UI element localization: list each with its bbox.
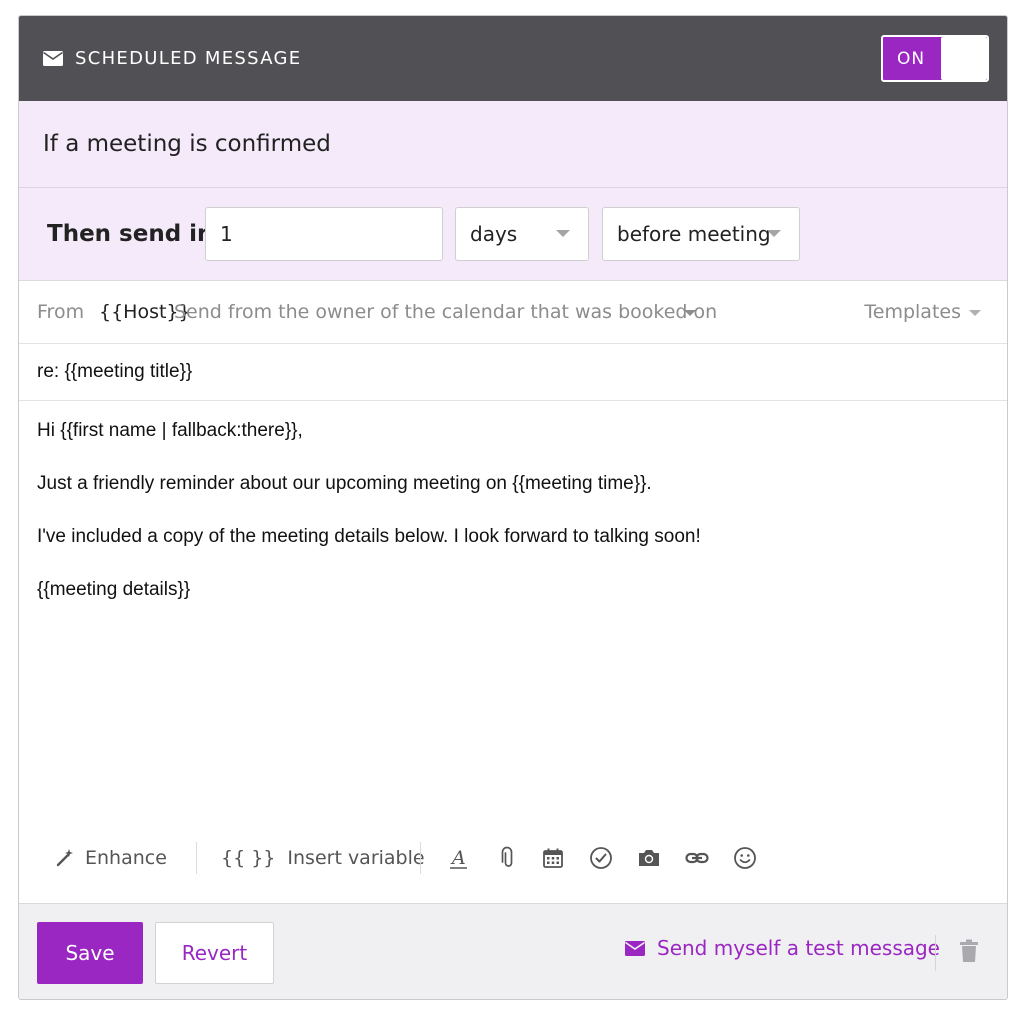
toggle-label: ON xyxy=(897,49,926,69)
check-circle-icon[interactable] xyxy=(589,846,613,870)
magic-wand-icon xyxy=(56,849,73,867)
footer-divider xyxy=(935,935,936,971)
enhance-button[interactable]: Enhance xyxy=(55,836,167,880)
body-line: Just a friendly reminder about our upcom… xyxy=(37,473,652,494)
chevron-down-icon xyxy=(767,230,781,237)
camera-icon[interactable] xyxy=(637,846,661,870)
subject-field[interactable]: re: {{meeting title}} xyxy=(19,344,1007,401)
card-header: SCHEDULED MESSAGE ON xyxy=(19,16,1007,101)
attachment-icon[interactable] xyxy=(495,846,519,870)
chevron-down-icon xyxy=(556,230,570,237)
send-amount-input[interactable]: 1 xyxy=(205,207,443,261)
enable-toggle[interactable]: ON xyxy=(881,35,989,82)
templates-dropdown[interactable]: Templates xyxy=(864,301,961,323)
relation-value: before meeting xyxy=(617,222,771,246)
revert-button[interactable]: Revert xyxy=(155,922,274,984)
card-title: SCHEDULED MESSAGE xyxy=(75,48,302,69)
insert-variable-button[interactable]: {{ }} Insert variable xyxy=(221,836,425,880)
scheduled-message-card: SCHEDULED MESSAGE ON If a meeting is con… xyxy=(18,15,1008,1000)
trash-icon[interactable] xyxy=(959,939,979,963)
toggle-knob xyxy=(941,37,987,80)
send-test-message-link[interactable]: Send myself a test message xyxy=(625,936,940,960)
calendar-icon[interactable] xyxy=(541,846,565,870)
svg-text:A: A xyxy=(450,847,466,869)
chevron-down-icon[interactable] xyxy=(684,310,696,316)
link-icon[interactable] xyxy=(685,846,709,870)
text-format-icon[interactable]: A xyxy=(447,846,471,870)
toolbar-divider xyxy=(420,842,421,874)
time-unit-value: days xyxy=(470,222,518,246)
subject-value: re: {{meeting title}} xyxy=(37,361,193,382)
send-timing-row: Then send in 1 days before meeting xyxy=(19,188,1007,281)
braces-icon: {{ }} xyxy=(221,847,276,869)
time-unit-select[interactable]: days xyxy=(455,207,589,261)
from-label: From xyxy=(37,301,85,323)
message-body-editor[interactable]: Hi {{first name | fallback:there}}, Just… xyxy=(37,420,977,632)
body-line: I've included a copy of the meeting deta… xyxy=(37,526,701,547)
insert-variable-label: Insert variable xyxy=(287,847,425,869)
condition-text: If a meeting is confirmed xyxy=(43,131,331,157)
relation-select[interactable]: before meeting xyxy=(602,207,800,261)
card-footer: Save Revert Send myself a test message xyxy=(19,903,1007,999)
body-line: {{meeting details}} xyxy=(37,579,191,600)
body-line: Hi {{first name | fallback:there}}, xyxy=(37,420,303,441)
from-row: From {{Host}} Send from the owner of the… xyxy=(19,281,1007,344)
toolbar-divider xyxy=(196,842,197,874)
send-amount-value: 1 xyxy=(220,222,233,246)
envelope-icon xyxy=(43,51,63,66)
save-button[interactable]: Save xyxy=(37,922,143,984)
trigger-condition: If a meeting is confirmed xyxy=(19,101,1007,188)
emoji-icon[interactable] xyxy=(733,846,757,870)
enhance-label: Enhance xyxy=(85,847,167,869)
from-description[interactable]: Send from the owner of the calendar that… xyxy=(174,301,717,323)
chevron-down-icon[interactable] xyxy=(969,310,981,316)
send-test-label: Send myself a test message xyxy=(657,936,940,960)
send-in-label: Then send in xyxy=(47,221,214,247)
envelope-icon xyxy=(625,940,645,956)
editor-toolbar: Enhance {{ }} Insert variable A xyxy=(19,836,1007,880)
